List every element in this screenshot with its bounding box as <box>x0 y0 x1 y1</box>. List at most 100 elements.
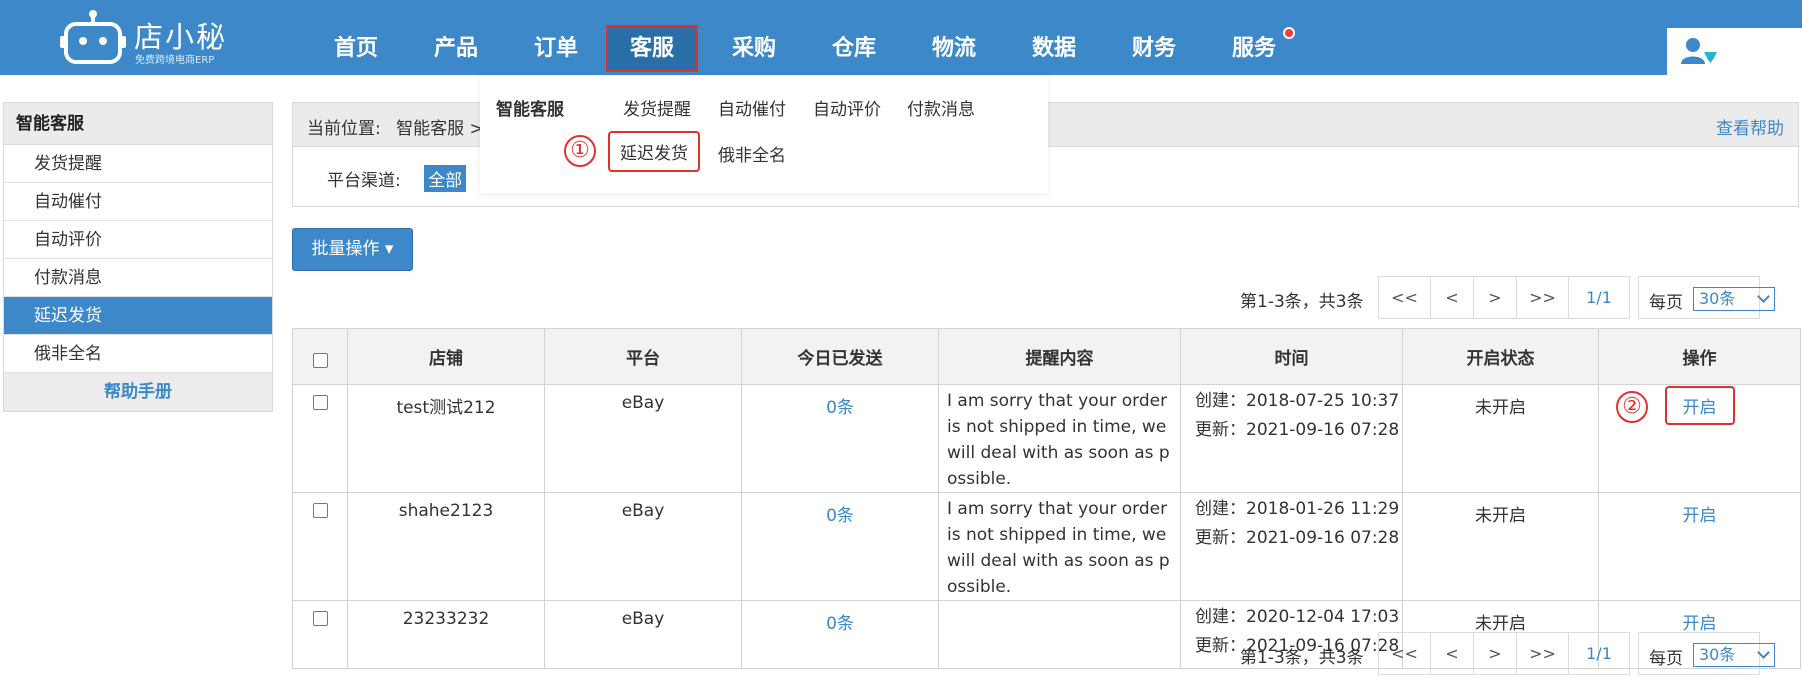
delayed-shipping-table: 店铺 平台 今日已发送 提醒内容 时间 开启状态 操作 test测试212 eB… <box>292 328 1801 669</box>
first-page-button[interactable]: << <box>1379 633 1431 674</box>
dropdown-item-auto-payment-reminder[interactable]: 自动催付 <box>718 95 786 120</box>
nav-item-products[interactable]: 产品 <box>410 25 502 72</box>
sent-count-link[interactable]: 0条 <box>741 600 939 669</box>
sent-count-link[interactable]: 0条 <box>741 492 939 601</box>
per-page-select[interactable]: 30条 <box>1693 643 1775 667</box>
sidebar-item-auto-payment-reminder[interactable]: 自动催付 <box>4 183 272 221</box>
column-header-sent-today: 今日已发送 <box>741 328 939 385</box>
column-header-time: 时间 <box>1180 328 1403 385</box>
robot-logo-icon <box>60 10 126 64</box>
customer-service-dropdown: 智能客服 发货提醒 自动催付 自动评价 付款消息 ① 延迟发货 俄非全名 <box>480 75 1048 193</box>
nav-item-home[interactable]: 首页 <box>310 25 402 72</box>
enable-button[interactable]: 开启 <box>1664 386 1735 425</box>
nav-item-warehouse[interactable]: 仓库 <box>808 25 900 72</box>
reminder-content-cell: I am sorry that your order is not shippe… <box>938 384 1181 493</box>
created-time: 创建：2018-07-25 10:37 <box>1195 391 1400 411</box>
column-header-reminder-content: 提醒内容 <box>938 328 1181 385</box>
nav-item-data[interactable]: 数据 <box>1008 25 1100 72</box>
chevron-down-icon <box>1757 290 1770 303</box>
row-checkbox[interactable] <box>312 503 328 518</box>
dropdown-item-auto-review[interactable]: 自动评价 <box>813 95 881 120</box>
row-checkbox[interactable] <box>312 611 328 626</box>
user-menu[interactable] <box>1667 28 1802 75</box>
next-page-button[interactable]: > <box>1474 633 1517 674</box>
enable-button[interactable]: 开启 <box>1683 506 1717 526</box>
time-cell: 创建：2018-01-26 11:29 更新：2021-09-16 07:28 <box>1180 492 1403 601</box>
step-marker-1: ① <box>564 135 596 167</box>
dropdown-title: 智能客服 <box>496 100 564 120</box>
platform-cell: eBay <box>544 384 742 493</box>
breadcrumb-path[interactable]: 智能客服 > <box>396 119 484 139</box>
store-cell: test测试212 <box>347 384 545 493</box>
sidebar-item-delayed-shipping[interactable]: 延迟发货 <box>4 297 272 335</box>
filter-option-all[interactable]: 全部 <box>424 165 467 192</box>
breadcrumb-label: 当前位置: <box>307 119 381 139</box>
table-row: shahe2123 eBay 0条 I am sorry that your o… <box>292 492 1801 601</box>
logo-subtitle: 免费跨境电商ERP <box>135 55 215 66</box>
column-header-status: 开启状态 <box>1402 328 1599 385</box>
select-all-checkbox[interactable] <box>312 352 328 368</box>
sidebar-item-auto-review[interactable]: 自动评价 <box>4 221 272 259</box>
sidebar-item-russian-full-name[interactable]: 俄非全名 <box>4 335 272 373</box>
per-page-label: 每页 <box>1649 293 1683 313</box>
created-time: 创建：2020-12-04 17:03 <box>1195 607 1400 627</box>
first-page-button[interactable]: << <box>1379 277 1431 318</box>
nav-item-purchasing[interactable]: 采购 <box>708 25 800 72</box>
updated-time: 更新：2021-09-16 07:28 <box>1195 528 1400 548</box>
chevron-down-icon <box>1757 646 1770 659</box>
per-page-label: 每页 <box>1649 649 1683 669</box>
logo[interactable]: 店小秘 免费跨境电商ERP <box>60 6 230 66</box>
per-page-select[interactable]: 30条 <box>1693 287 1775 311</box>
page-indicator[interactable]: 1/1 <box>1569 633 1629 674</box>
sidebar: 智能客服 发货提醒 自动催付 自动评价 付款消息 延迟发货 俄非全名 帮助手册 <box>3 102 273 412</box>
reminder-content-cell: I am sorry that your order is not shippe… <box>938 492 1181 601</box>
column-header-action: 操作 <box>1598 328 1801 385</box>
sent-count-link[interactable]: 0条 <box>741 384 939 493</box>
prev-page-button[interactable]: < <box>1431 633 1474 674</box>
logo-name: 店小秘 <box>134 20 228 54</box>
pagination-info: 第1-3条，共3条 <box>1240 648 1364 668</box>
help-manual-link[interactable]: 帮助手册 <box>4 373 272 411</box>
per-page-value: 30条 <box>1699 289 1736 308</box>
time-cell: 创建：2018-07-25 10:37 更新：2021-09-16 07:28 <box>1180 384 1403 493</box>
platform-cell: eBay <box>544 492 742 601</box>
top-nav-bar: 店小秘 免费跨境电商ERP 首页 产品 订单 客服 采购 仓库 物流 数据 财务… <box>0 0 1802 75</box>
nav-item-finance[interactable]: 财务 <box>1108 25 1200 72</box>
dropdown-item-payment-message[interactable]: 付款消息 <box>907 95 975 120</box>
sidebar-title: 智能客服 <box>4 103 272 145</box>
notification-dot <box>1283 27 1295 39</box>
last-page-button[interactable]: >> <box>1517 277 1569 318</box>
batch-operation-button[interactable]: 批量操作 ▾ <box>292 228 413 271</box>
action-cell: 开启 <box>1598 492 1801 601</box>
view-help-link[interactable]: 查看帮助 <box>1716 114 1784 139</box>
action-cell: ② 开启 <box>1598 384 1801 493</box>
sidebar-item-payment-message[interactable]: 付款消息 <box>4 259 272 297</box>
dropdown-item-shipping-reminder[interactable]: 发货提醒 <box>623 95 691 120</box>
last-page-button[interactable]: >> <box>1517 633 1569 674</box>
dropdown-item-russian-full-name[interactable]: 俄非全名 <box>718 141 786 166</box>
page-indicator[interactable]: 1/1 <box>1569 277 1629 318</box>
store-cell: 23233232 <box>347 600 545 669</box>
sidebar-item-shipping-reminder[interactable]: 发货提醒 <box>4 145 272 183</box>
nav-item-logistics[interactable]: 物流 <box>908 25 1000 72</box>
enable-button[interactable]: 开启 <box>1683 614 1717 634</box>
dropdown-item-delayed-shipping[interactable]: 延迟发货 <box>608 131 700 172</box>
next-page-button[interactable]: > <box>1474 277 1517 318</box>
row-checkbox[interactable] <box>312 395 328 410</box>
prev-page-button[interactable]: < <box>1431 277 1474 318</box>
step-marker-2: ② <box>1616 391 1648 423</box>
table-header-row: 店铺 平台 今日已发送 提醒内容 时间 开启状态 操作 <box>292 328 1801 385</box>
status-cell: 未开启 <box>1402 384 1599 493</box>
platform-filter-label: 平台渠道: <box>327 171 401 191</box>
nav-item-customer-service[interactable]: 客服 <box>606 25 698 72</box>
table-row: test测试212 eBay 0条 I am sorry that your o… <box>292 384 1801 493</box>
created-time: 创建：2018-01-26 11:29 <box>1195 499 1400 519</box>
nav-item-orders[interactable]: 订单 <box>510 25 602 72</box>
column-header-store: 店铺 <box>347 328 545 385</box>
column-header-platform: 平台 <box>544 328 742 385</box>
per-page-value: 30条 <box>1699 645 1736 664</box>
status-cell: 未开启 <box>1402 492 1599 601</box>
reminder-content-cell <box>938 600 1181 669</box>
store-cell: shahe2123 <box>347 492 545 601</box>
pagination-info: 第1-3条，共3条 <box>1240 292 1364 312</box>
